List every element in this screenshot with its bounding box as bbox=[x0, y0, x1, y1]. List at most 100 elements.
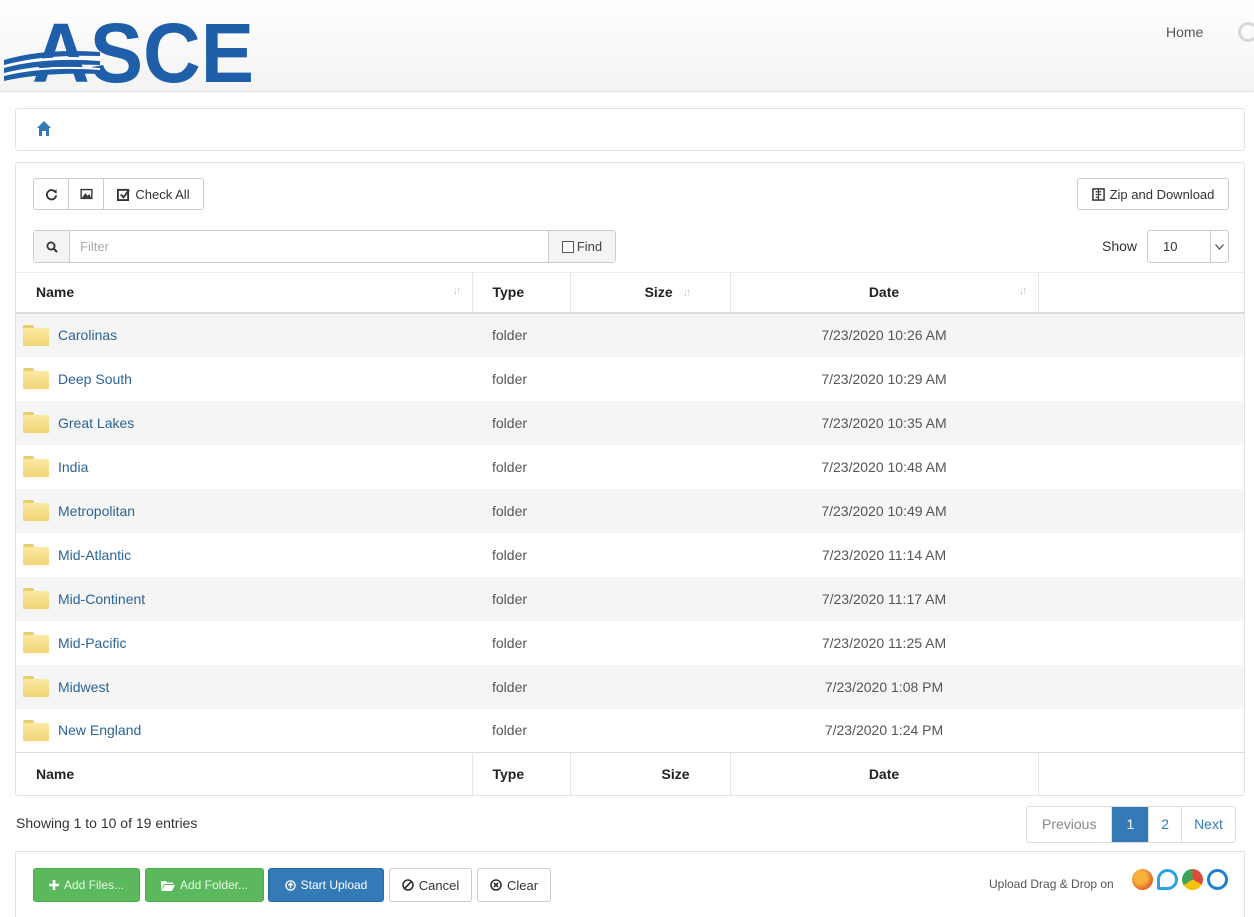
folder-icon bbox=[23, 456, 49, 477]
file-table: Name ↓↑ Type Size ↓↑ Date ↓↑ Carolinas fo… bbox=[16, 272, 1244, 795]
folder-icon bbox=[23, 324, 49, 346]
asce-logo-graphic: ASCE bbox=[4, 8, 254, 92]
cell-type: folder bbox=[492, 634, 528, 651]
table-row[interactable]: New England folder 7/23/2020 1:24 PM bbox=[16, 709, 1244, 753]
entries-info: Showing 1 to 10 of 19 entries bbox=[16, 815, 198, 831]
find-button[interactable]: Find bbox=[548, 231, 615, 262]
folder-link[interactable]: Mid-Pacific bbox=[58, 635, 126, 651]
pagination-previous[interactable]: Previous bbox=[1027, 807, 1113, 842]
table-row[interactable]: Midwest folder 7/23/2020 1:08 PM bbox=[16, 664, 1244, 709]
cancel-label: Cancel bbox=[418, 877, 460, 893]
folder-link[interactable]: Midwest bbox=[58, 679, 109, 695]
column-header-name[interactable]: Name ↓↑ bbox=[16, 272, 473, 314]
column-header-type[interactable]: Type bbox=[472, 272, 571, 314]
asce-logo-text: ASCE bbox=[32, 8, 254, 92]
home-icon[interactable] bbox=[36, 120, 52, 138]
cancel-icon bbox=[401, 879, 414, 891]
table-row[interactable]: Deep South folder 7/23/2020 10:29 AM bbox=[16, 357, 1244, 401]
folder-icon bbox=[23, 676, 49, 697]
folder-link[interactable]: Mid-Atlantic bbox=[58, 547, 131, 563]
home-link[interactable]: Home bbox=[1166, 24, 1203, 40]
column-size-label: Size bbox=[644, 284, 673, 301]
pagination-page-2[interactable]: 2 bbox=[1149, 807, 1183, 842]
cell-type: folder bbox=[472, 400, 570, 445]
column-type-label: Type bbox=[492, 284, 525, 301]
cell-empty bbox=[1038, 664, 1244, 709]
folder-link[interactable]: Great Lakes bbox=[58, 415, 134, 431]
table-row[interactable]: Great Lakes folder 7/23/2020 10:35 AM bbox=[16, 400, 1244, 445]
add-folder-button[interactable]: Add Folder... bbox=[145, 868, 264, 902]
cell-empty bbox=[1038, 709, 1244, 753]
cell-size bbox=[570, 445, 730, 489]
table-row[interactable]: Metropolitan folder 7/23/2020 10:49 AM bbox=[16, 488, 1244, 533]
cell-name: Mid-Continent bbox=[16, 576, 472, 621]
cell-empty bbox=[1038, 400, 1244, 445]
cell-name: Deep South bbox=[16, 357, 472, 401]
cell-size bbox=[570, 533, 730, 577]
start-upload-label: Start Upload bbox=[300, 878, 368, 892]
sort-icon: ↓↑ bbox=[682, 287, 692, 300]
ie-icon bbox=[1157, 869, 1178, 890]
cell-size bbox=[570, 664, 730, 709]
cell-date: 7/23/2020 1:24 PM bbox=[824, 722, 944, 739]
folder-icon bbox=[23, 719, 49, 741]
table-row[interactable]: India folder 7/23/2020 10:48 AM bbox=[16, 445, 1244, 489]
cell-type: folder bbox=[472, 488, 570, 533]
cell-date: 7/23/2020 10:48 AM bbox=[821, 458, 947, 475]
table-row[interactable]: Mid-Pacific folder 7/23/2020 11:25 AM bbox=[16, 621, 1244, 665]
start-upload-button[interactable]: Start Upload bbox=[268, 868, 384, 902]
folder-link[interactable]: Deep South bbox=[58, 371, 132, 387]
column-name-label: Name bbox=[36, 284, 75, 301]
table-row[interactable]: Mid-Continent folder 7/23/2020 11:17 AM bbox=[16, 576, 1244, 621]
upload-bar: Add Files... Add Folder... Start Upload … bbox=[15, 851, 1245, 917]
drag-drop-text: Upload Drag & Drop on bbox=[989, 877, 1114, 891]
folder-link[interactable]: Carolinas bbox=[58, 327, 117, 343]
add-files-button[interactable]: Add Files... bbox=[33, 868, 140, 902]
filter-input[interactable] bbox=[70, 231, 548, 262]
browser-icons bbox=[1132, 869, 1228, 890]
refresh-button[interactable] bbox=[33, 178, 69, 210]
show-label: Show bbox=[1102, 238, 1138, 254]
asce-logo[interactable]: ASCE bbox=[4, 8, 256, 92]
cell-name: Midwest bbox=[16, 664, 472, 709]
pagination-page-1[interactable]: 1 bbox=[1112, 807, 1150, 842]
footer-size: Size bbox=[570, 752, 731, 795]
cell-size bbox=[570, 621, 730, 665]
column-header-size[interactable]: Size ↓↑ bbox=[570, 272, 731, 314]
cancel-button[interactable]: Cancel bbox=[389, 868, 472, 902]
table-header-row: Name ↓↑ Type Size ↓↑ Date ↓↑ bbox=[16, 272, 1244, 314]
check-square-icon bbox=[117, 188, 131, 201]
page-size-select[interactable]: 10 bbox=[1147, 230, 1229, 263]
column-header-date[interactable]: Date ↓↑ bbox=[730, 272, 1039, 314]
cell-type: folder bbox=[472, 576, 570, 621]
image-view-button[interactable] bbox=[68, 178, 104, 210]
upload-icon bbox=[284, 879, 296, 891]
folder-link[interactable]: Mid-Continent bbox=[58, 591, 145, 607]
clear-icon bbox=[490, 879, 502, 891]
folder-link[interactable]: New England bbox=[58, 722, 141, 738]
footer-name: Name bbox=[16, 752, 473, 795]
pagination: Previous 1 2 Next bbox=[1026, 806, 1236, 843]
zip-download-button[interactable]: Zip and Download bbox=[1077, 178, 1229, 210]
zip-download-label: Zip and Download bbox=[1109, 186, 1215, 202]
table-row[interactable]: Mid-Atlantic folder 7/23/2020 11:14 AM bbox=[16, 533, 1244, 577]
cell-size bbox=[570, 488, 730, 533]
cell-date: 7/23/2020 11:14 AM bbox=[821, 546, 947, 563]
folder-open-icon bbox=[160, 880, 175, 891]
folder-link[interactable]: Metropolitan bbox=[58, 503, 135, 519]
cell-name: Metropolitan bbox=[16, 488, 472, 533]
image-icon bbox=[79, 188, 93, 200]
table-row[interactable]: Carolinas folder 7/23/2020 10:26 AM bbox=[16, 312, 1244, 357]
cell-name: New England bbox=[16, 709, 472, 753]
cell-type: folder bbox=[492, 546, 528, 563]
cell-empty bbox=[1038, 576, 1244, 621]
user-spinner-icon[interactable] bbox=[1238, 22, 1254, 42]
check-all-button[interactable]: Check All bbox=[103, 178, 204, 210]
header: ASCE Home bbox=[0, 0, 1254, 92]
cell-name: Mid-Atlantic bbox=[16, 533, 472, 577]
pagination-next[interactable]: Next bbox=[1182, 807, 1235, 842]
folder-link[interactable]: India bbox=[58, 459, 88, 475]
cell-type: folder bbox=[492, 722, 528, 739]
clear-button[interactable]: Clear bbox=[477, 868, 551, 902]
cell-date: 7/23/2020 11:17 AM bbox=[730, 576, 1038, 621]
